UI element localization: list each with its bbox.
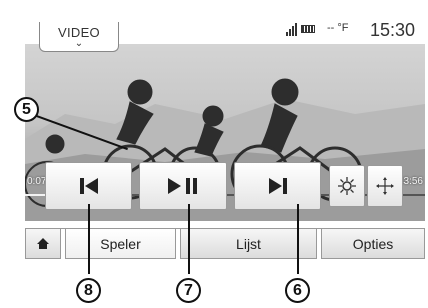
skip-previous-icon [79,178,98,194]
tab-speler[interactable]: Speler [65,229,176,259]
bottom-tab-bar: Speler Lijst Opties [25,228,425,259]
skip-next-icon [268,178,287,194]
callout-6-leader [297,204,299,274]
video-player-screen: -- °F 15:30 VIDEO ⌄ 0:07:36 1:43:56 Spel… [25,20,425,284]
battery-icon [301,25,315,33]
callout-6: 6 [285,278,310,303]
callout-8: 8 [76,278,101,303]
callout-7: 7 [176,278,201,303]
previous-track-button[interactable] [45,162,132,210]
signal-icon [286,22,297,36]
move-screen-button[interactable] [367,165,403,207]
chevron-down-icon: ⌄ [74,38,84,49]
next-track-button[interactable] [234,162,321,210]
callout-8-leader [88,204,90,274]
callout-5: 5 [14,97,39,122]
home-button[interactable] [25,229,61,259]
temperature-readout: -- °F [327,22,349,34]
home-icon [37,238,49,249]
play-pause-icon [168,178,197,194]
brightness-icon [338,177,356,195]
callout-7-leader [188,204,190,274]
play-pause-button[interactable] [139,162,227,210]
video-source-tab[interactable]: VIDEO ⌄ [39,22,119,52]
move-arrows-icon [376,177,394,195]
brightness-button[interactable] [329,165,365,207]
clock: 15:30 [370,20,416,40]
tab-opties[interactable]: Opties [321,229,425,259]
